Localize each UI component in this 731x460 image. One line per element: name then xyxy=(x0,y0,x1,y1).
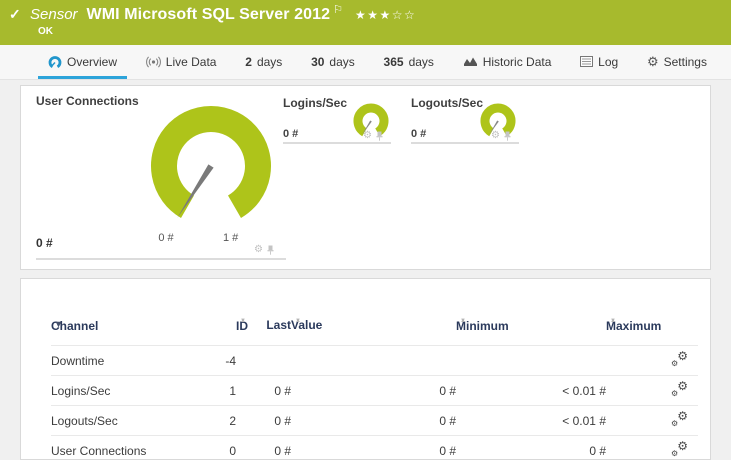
main-gauge-tools[interactable]: ⚙ xyxy=(254,245,274,255)
tab-bar: Overview Live Data 2 days 30 days 365 da… xyxy=(0,45,731,80)
star-filled-icon[interactable]: ★ xyxy=(367,8,379,22)
gauge-icon xyxy=(48,55,62,68)
sensor-status-bar: ✓ Sensor WMI Microsoft SQL Server 2012 ⚐… xyxy=(0,0,731,45)
table-row-logouts-sec: Logouts/Sec 2 0 # 0 # < 0.01 # ⚙ ⚙ xyxy=(51,405,698,435)
logins-gauge-title: Logins/Sec xyxy=(283,96,348,110)
tab-settings[interactable]: ⚙ Settings xyxy=(637,45,717,79)
star-filled-icon[interactable]: ★ xyxy=(380,8,392,22)
gear-icon[interactable]: ⚙ xyxy=(254,245,263,255)
priority-flag-icon: ⚐ xyxy=(333,4,343,16)
channel-id: 0 xyxy=(229,443,236,458)
maximum-value: < 0.01 # xyxy=(562,383,606,398)
minimum-value: 0 # xyxy=(439,443,456,458)
tab-label: Overview xyxy=(67,54,118,69)
tab-log[interactable]: Log xyxy=(570,45,628,79)
gauge-scale-min: 0 # xyxy=(158,232,174,244)
channel-name: Downtime xyxy=(51,353,105,368)
tab-overview[interactable]: Overview xyxy=(38,45,128,79)
channel-name: Logouts/Sec xyxy=(51,413,118,428)
gauge-scale-max: 1 # xyxy=(223,232,239,244)
table-row-user-connections: User Connections 0 0 # 0 # 0 # ⚙ ⚙ xyxy=(51,435,698,459)
channel-name: User Connections xyxy=(51,443,147,458)
tab-365-days[interactable]: 365 days xyxy=(374,45,444,79)
tab-label: Live Data xyxy=(165,54,217,69)
channels-table-panel: Channel ▾ ID ▲ ▼ Last Value ▲ ▼ Minimum ▲ ▼ Max… xyxy=(20,278,711,460)
tab-label: days xyxy=(329,54,355,69)
last-value: 0 # xyxy=(274,413,291,428)
star-empty-icon[interactable]: ☆ xyxy=(392,8,404,22)
gear-icon[interactable]: ⚙ xyxy=(363,131,372,141)
table-row-downtime: Downtime -4 ⚙ ⚙ xyxy=(51,345,698,375)
table-header-row: Channel ▾ ID ▲ ▼ Last Value ▲ ▼ Minimum ▲ ▼ Max… xyxy=(51,318,662,333)
tab-historic-data[interactable]: Historic Data xyxy=(453,45,562,79)
channel-settings-icon[interactable]: ⚙ ⚙ xyxy=(671,440,688,458)
tab-label: days xyxy=(408,54,434,69)
maximum-value: < 0.01 # xyxy=(562,413,606,428)
gear-icon: ⚙ xyxy=(646,54,659,69)
gauges-panel: User Connections 0 # 1 # 0 # ⚙ Logins/Se… xyxy=(20,85,711,270)
table-row-logins-sec: Logins/Sec 1 0 # 0 # < 0.01 # ⚙ ⚙ xyxy=(51,375,698,405)
star-filled-icon[interactable]: ★ xyxy=(355,8,367,22)
tab-label: Historic Data xyxy=(482,54,552,69)
sort-desc-icon: ▾ xyxy=(56,319,62,330)
tab-number: 30 xyxy=(311,54,325,69)
channel-id: 1 xyxy=(229,383,236,398)
channel-id: 2 xyxy=(229,413,236,428)
page-title: WMI Microsoft SQL Server 2012 xyxy=(86,5,331,23)
object-kind-label: Sensor xyxy=(30,6,78,23)
last-value: 0 # xyxy=(274,383,291,398)
tab-30-days[interactable]: 30 days xyxy=(301,45,365,79)
logins-gauge-tools[interactable]: ⚙ xyxy=(363,131,383,141)
logins-gauge-value: 0 # xyxy=(283,128,299,140)
live-data-icon xyxy=(145,56,161,67)
divider xyxy=(36,258,286,260)
tab-number: 365 xyxy=(383,54,404,69)
main-gauge-value: 0 # xyxy=(36,236,53,250)
logouts-gauge-value: 0 # xyxy=(411,128,427,140)
sensor-title-row: Sensor WMI Microsoft SQL Server 2012 ⚐ ★… xyxy=(30,0,416,29)
pin-icon[interactable] xyxy=(504,131,511,141)
channel-name: Logins/Sec xyxy=(51,383,111,398)
pin-icon[interactable] xyxy=(267,245,274,255)
priority-stars[interactable]: ★★★☆☆ xyxy=(355,8,416,22)
maximum-value: 0 # xyxy=(589,443,606,458)
ok-check-icon: ✓ xyxy=(9,6,21,22)
tab-2-days[interactable]: 2 days xyxy=(235,45,292,79)
tab-label: days xyxy=(256,54,283,69)
tab-label: Log xyxy=(598,54,619,69)
area-chart-icon xyxy=(463,57,477,66)
status-badge: OK xyxy=(38,26,53,37)
user-connections-gauge xyxy=(151,106,271,218)
logouts-gauge-tools[interactable]: ⚙ xyxy=(491,131,511,141)
tab-label: Settings xyxy=(663,54,707,69)
last-value: 0 # xyxy=(274,443,291,458)
channel-id: -4 xyxy=(225,353,236,368)
tab-live-data[interactable]: Live Data xyxy=(136,45,227,79)
star-empty-icon[interactable]: ☆ xyxy=(404,8,416,22)
tab-number: 2 xyxy=(245,54,252,69)
table-body: Downtime -4 ⚙ ⚙ Logins/Sec 1 0 # 0 # < 0.… xyxy=(21,345,710,459)
minimum-value: 0 # xyxy=(439,413,456,428)
channel-settings-icon[interactable]: ⚙ ⚙ xyxy=(671,380,688,398)
logouts-gauge-title: Logouts/Sec xyxy=(411,96,484,110)
channel-settings-icon[interactable]: ⚙ ⚙ xyxy=(671,350,688,368)
divider xyxy=(283,142,391,144)
divider xyxy=(411,142,519,144)
pin-icon[interactable] xyxy=(376,131,383,141)
gear-icon[interactable]: ⚙ xyxy=(491,131,500,141)
minimum-value: 0 # xyxy=(439,383,456,398)
channel-settings-icon[interactable]: ⚙ ⚙ xyxy=(671,410,688,428)
log-list-icon xyxy=(580,56,594,67)
